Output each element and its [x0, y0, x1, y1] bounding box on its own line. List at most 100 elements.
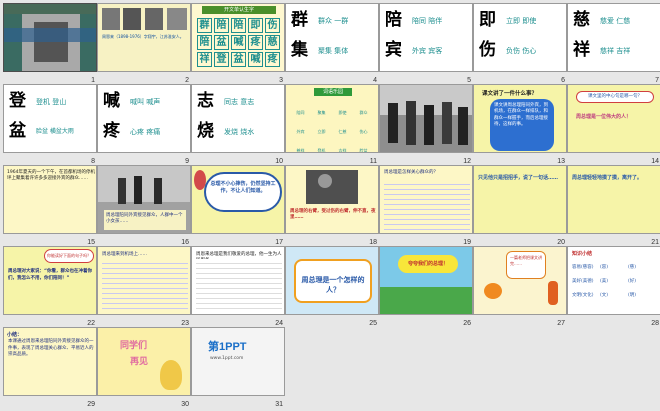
slide-14-question: 课文里的中心句是哪一句？ — [576, 91, 654, 103]
slide-6[interactable]: 即 伤 立即 即使 负伤 伤心 — [473, 3, 567, 72]
slide-2[interactable]: 周恩来（1898-1976）字翔宇，江苏淮安人。 — [97, 3, 191, 72]
slide-thumb-2[interactable]: 周恩来（1898-1976）字翔宇，江苏淮安人。 2 — [97, 3, 191, 84]
slide-thumb-18[interactable]: 周总理的右臂，受过伤的右臂，伸不直，夜里…… 18 — [285, 165, 379, 246]
slide-30-line2: 再见 — [130, 357, 149, 367]
slide-13-question: 课文讲了一件什么事？ — [482, 91, 538, 97]
slide-thumb-10[interactable]: 志 烧 同志 意志 发烧 烧水 10 — [191, 84, 285, 165]
slide-thumb-5[interactable]: 陪 宾 陪同 陪伴 外宾 宾客 5 — [379, 3, 473, 84]
words-2: 慈祥 吉祥 — [600, 47, 631, 55]
slide-14[interactable]: 课文里的中心句是哪一句？ 周总理是一位伟大的人！ — [567, 84, 660, 153]
word-cell: (美) — [600, 279, 609, 284]
slide-number: 27 — [557, 320, 565, 327]
slide-thumb-19[interactable]: 周总理是怎样关心群众的？ 19 — [379, 165, 473, 246]
word-item: 登机 — [317, 148, 326, 153]
slide-number: 1 — [91, 77, 95, 84]
slide-thumb-3[interactable]: 开文单认生字 群陪陪即伤陪盆喊疼慈祥登盆喊疼 3 — [191, 3, 285, 84]
slide-thumb-13[interactable]: 课文讲了一件什么事？ 课文讲周总理陪同外宾，到机场，在群众一样排队，和群众一样握… — [473, 84, 567, 165]
slide-25[interactable]: 周总理是一个怎样的人？ — [285, 246, 379, 315]
slide-20[interactable]: 只见他只是招招手，说了一句话…… — [473, 165, 567, 234]
slide-thumb-28[interactable]: 知识小结 容易(慈容) (容) (慈) 美好(美德) (美) (好) 文明(文化) (文) (明… — [567, 246, 660, 327]
slide-16[interactable]: 周总理陪同外宾接见群众，人群中一个小女孩…… — [97, 165, 191, 234]
words-2: 发烧 烧水 — [224, 128, 255, 136]
slide-thumb-21[interactable]: 周总理轻轻地摸了摸，离开了。 21 — [567, 165, 660, 246]
slide-18[interactable]: 周总理的右臂，受过伤的右臂，伸不直，夜里…… — [285, 165, 379, 234]
slide-number: 18 — [369, 239, 377, 246]
slide-number: 28 — [651, 320, 659, 327]
slide-17[interactable]: 总理不小心摔伤，仍然坚持工作，不让人们知道。 — [191, 165, 285, 234]
slide-thumb-24[interactable]: 周恩来总理是我们敬爱的总理，他一生为人民服务…… 24 — [191, 246, 285, 327]
slide-21-text: 周总理轻轻地摸了摸，离开了。 — [572, 175, 643, 181]
slide-thumb-16[interactable]: 周总理陪同外宾接见群众，人群中一个小女孩…… 16 — [97, 165, 191, 246]
slide-thumb-9[interactable]: 喊 疼 喊叫 喊声 心疼 疼痛 9 — [97, 84, 191, 165]
slide-10[interactable]: 志 烧 同志 意志 发烧 烧水 — [191, 84, 285, 153]
slide-7[interactable]: 慈 祥 慈爱 仁慈 慈祥 吉祥 — [567, 3, 660, 72]
grid-char: 疼 — [265, 52, 280, 67]
cartoon-kid-icon — [160, 360, 182, 390]
slide-number: 14 — [651, 158, 659, 165]
slide-number: 26 — [463, 320, 471, 327]
slide-thumb-7[interactable]: 慈 祥 慈爱 仁慈 慈祥 吉祥 7 — [567, 3, 660, 84]
word-list: 陪同聚集即使群众外宾立即仁慈伤心慈祥登机吉祥脸盆喊叫发烧疼痛聚精会神同心协力团结… — [290, 99, 376, 153]
char-1: 慈 — [573, 10, 590, 30]
slide-3[interactable]: 开文单认生字 群陪陪即伤陪盆喊疼慈祥登盆喊疼 — [191, 3, 285, 72]
slide-30-line1: 同学们 — [120, 341, 148, 351]
slide-number: 10 — [275, 158, 283, 165]
slide-thumb-20[interactable]: 只见他只是招招手，说了一句话…… 20 — [473, 165, 567, 246]
slide-28-title: 知识小结 — [572, 251, 593, 257]
slide-12[interactable] — [379, 84, 473, 153]
slide-thumb-15[interactable]: 1964年夏天的一个下午，在首都机场的停机坪上聚集着许许多多迎接外宾的群众…… … — [3, 165, 97, 246]
slide-19[interactable]: 周总理是怎样关心群众的？ — [379, 165, 473, 234]
slide-thumb-22[interactable]: 你能读好下面的句子吗？ 周总理对大家说：“你看，群众也在冲着你们，我怎么不用，你… — [3, 246, 97, 327]
slide-22-text: 周总理对大家说：“你看，群众也在冲着你们，我怎么不用，你们陪同！” — [8, 269, 92, 281]
slide-31[interactable]: 第1PPT www.1ppt.com — [191, 327, 285, 396]
slide-4[interactable]: 群 集 群众 一群 聚集 集体 — [285, 3, 379, 72]
grid-char: 疼 — [248, 35, 263, 50]
slide-thumb-1[interactable]: 1 — [3, 3, 97, 84]
slide-23[interactable]: 周总理来到机场上…… — [97, 246, 191, 315]
slide-13[interactable]: 课文讲了一件什么事？ 课文讲周总理陪同外宾，到机场，在群众一样排队，和群众一样握… — [473, 84, 567, 153]
slide-1[interactable] — [3, 3, 97, 72]
slide-thumb-31[interactable]: 第1PPT www.1ppt.com 31 — [191, 327, 285, 408]
slide-11[interactable]: 词语乐园 陪同聚集即使群众外宾立即仁慈伤心慈祥登机吉祥脸盆喊叫发烧疼痛聚精会神同… — [285, 84, 379, 153]
char-1: 登 — [9, 91, 26, 111]
slide-thumb-14[interactable]: 课文里的中心句是哪一句？ 周总理是一位伟大的人！ 14 — [567, 84, 660, 165]
slide-thumb-25[interactable]: 周总理是一个怎样的人？ 25 — [285, 246, 379, 327]
slide-26[interactable]: 夸夸我们的总理！ — [379, 246, 473, 315]
slide-thumb-8[interactable]: 登 盆 登机 登山 脸盆 横盆大雨 8 — [3, 84, 97, 165]
word-item: 外宾 — [296, 129, 305, 134]
slide-thumb-30[interactable]: 同学们 再见 30 — [97, 327, 191, 408]
slide-thumb-17[interactable]: 总理不小心摔伤，仍然坚持工作，不让人们知道。 17 — [191, 165, 285, 246]
slide-5[interactable]: 陪 宾 陪同 陪伴 外宾 宾客 — [379, 3, 473, 72]
char-2: 烧 — [197, 121, 214, 141]
slide-9[interactable]: 喊 疼 喊叫 喊声 心疼 疼痛 — [97, 84, 191, 153]
word-cell: 美好(美德) — [572, 279, 594, 284]
slide-thumb-26[interactable]: 夸夸我们的总理！ 26 — [379, 246, 473, 327]
slide-number: 13 — [557, 158, 565, 165]
slide-15[interactable]: 1964年夏天的一个下午，在首都机场的停机坪上聚集着许许多多迎接外宾的群众…… — [3, 165, 97, 234]
slide-28[interactable]: 知识小结 容易(慈容) (容) (慈) 美好(美德) (美) (好) 文明(文化) (文) (明… — [567, 246, 660, 315]
char-2: 疼 — [103, 121, 120, 141]
slide-27[interactable]: 一篇老师把课文讲完…… — [473, 246, 567, 315]
word-cell: (明) — [628, 293, 637, 298]
slide-thumb-29[interactable]: 小结： 本课通过周恩来总理陪同外宾接见群众的一件事，表现了周总理关心群众、平易近… — [3, 327, 97, 408]
word-item: 吉祥 — [338, 148, 347, 153]
slide-30[interactable]: 同学们 再见 — [97, 327, 191, 396]
slide-thumb-6[interactable]: 即 伤 立即 即使 负伤 伤心 6 — [473, 3, 567, 84]
word-table: 容易(慈容) (容) (慈) 美好(美德) (美) (好) 文明(文化) (文) (明) — [572, 261, 658, 303]
slide-22[interactable]: 你能读好下面的句子吗？ 周总理对大家说：“你看，群众也在冲着你们，我怎么不用，你… — [3, 246, 97, 315]
slide-thumb-11[interactable]: 词语乐园 陪同聚集即使群众外宾立即仁慈伤心慈祥登机吉祥脸盆喊叫发烧疼痛聚精会神同… — [285, 84, 379, 165]
char-1: 喊 — [103, 91, 120, 111]
slide-number: 21 — [651, 239, 659, 246]
words-2: 外宾 宾客 — [412, 47, 443, 55]
slide-thumb-23[interactable]: 周总理来到机场上…… 23 — [97, 246, 191, 327]
slide-thumb-27[interactable]: 一篇老师把课文讲完…… 27 — [473, 246, 567, 327]
slide-29[interactable]: 小结： 本课通过周恩来总理陪同外宾接见群众的一件事，表现了周总理关心群众、平易近… — [3, 327, 97, 396]
slide-24[interactable]: 周恩来总理是我们敬爱的总理，他一生为人民服务…… — [191, 246, 285, 315]
slide-thumb-4[interactable]: 群 集 群众 一群 聚集 集体 4 — [285, 3, 379, 84]
words-1: 喊叫 喊声 — [130, 98, 161, 106]
slide-21[interactable]: 周总理轻轻地摸了摸，离开了。 — [567, 165, 660, 234]
char-2: 祥 — [573, 40, 590, 60]
slide-31-logo: 第1PPT — [208, 341, 247, 353]
slide-thumb-12[interactable]: 12 — [379, 84, 473, 165]
slide-8[interactable]: 登 盆 登机 登山 脸盆 横盆大雨 — [3, 84, 97, 153]
